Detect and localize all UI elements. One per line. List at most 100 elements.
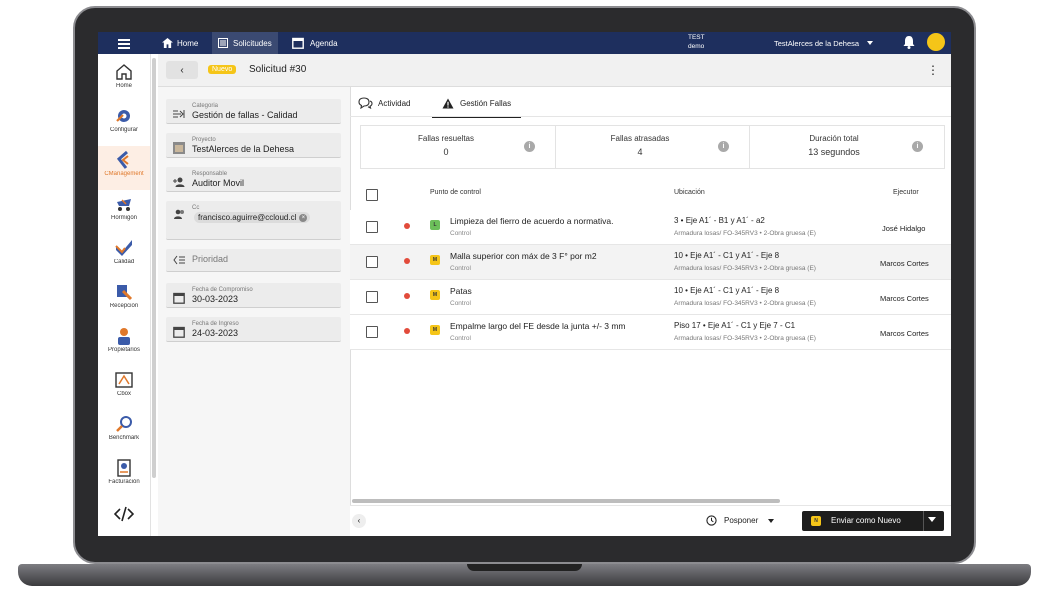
sidebar-item-facturacion[interactable]: Facturación [98,454,150,498]
row-ubicacion-detail: Armadura losas/ FO-345RV3 • 2-Obra grues… [674,265,816,272]
fecha-compromiso-field[interactable]: Fecha de Compromiso 30-03-2023 [166,283,341,308]
project-selector-label: TestAlerces de la Dehesa [774,38,860,48]
sidebar-item-configurar[interactable]: Configurar [98,102,150,146]
avatar[interactable] [927,33,945,51]
info-icon[interactable]: i [718,141,729,152]
calendar-icon [292,37,304,49]
tab-actividad[interactable]: Actividad [358,90,410,116]
stat-value: 4 [637,147,643,157]
reception-icon [117,285,133,301]
cmanagement-icon [116,150,129,169]
sidebar-item-calidad[interactable]: Calidad [98,234,150,278]
categoria-field[interactable]: Categoria Gestión de fallas - Calidad [166,99,341,124]
list-icon [218,38,228,48]
sidebar-item-label: Cbox [116,391,131,397]
severity-badge: M [430,325,440,335]
fecha-ingreso-field[interactable]: Fecha de Ingreso 24-03-2023 [166,317,341,342]
table-row[interactable]: M Empalme largo del FE desde la junta +/… [350,315,951,350]
project-selector[interactable]: TestAlerces de la Dehesa [774,32,874,54]
clock-icon [706,515,717,526]
chevron-left-icon: ‹ [180,64,184,76]
sidebar-item-developer[interactable] [98,500,150,530]
row-punto-name: Limpieza del fierro de acuerdo a normati… [450,216,614,226]
info-icon[interactable]: i [524,141,535,152]
row-checkbox[interactable] [366,256,378,268]
top-bar: Home Solicitudes Agenda TEST demo TestAl… [98,32,951,54]
sidebar-item-propietarios[interactable]: Propietarios [98,322,150,366]
sidebar-item-label: Propietarios [107,347,140,353]
cc-email-chip[interactable]: francisco.aguirre@ccloud.cl × [194,212,311,223]
table-horizontal-scrollbar[interactable] [352,499,780,503]
chevron-down-icon[interactable] [928,517,936,522]
enviar-como-nuevo-button[interactable]: N Enviar como Nuevo [802,511,944,531]
close-icon[interactable]: × [299,214,308,222]
sidebar-item-benchmark[interactable]: Benchmark [98,410,150,454]
menu-icon[interactable] [118,37,130,49]
column-ejecutor: Ejecutor [893,189,919,196]
stat-label: Duración total [809,134,859,143]
proyecto-value: TestAlerces de la Dehesa [192,144,295,154]
sidebar-item-label: Home [115,83,132,89]
nav-home[interactable]: Home [162,32,198,54]
tab-gestion-fallas[interactable]: Gestión Fallas [432,90,522,118]
column-punto-de-control: Punto de control [430,189,481,196]
sidebar-item-home[interactable]: Home [98,58,150,102]
chevron-left-icon[interactable]: ‹ [352,514,366,528]
more-options-icon[interactable]: ⋮ [927,63,939,77]
back-button[interactable]: ‹ [166,61,198,79]
fecha-compromiso-label: Fecha de Compromiso [192,287,253,293]
status-dot [404,223,410,229]
nav-solicitudes[interactable]: Solicitudes [212,32,278,54]
sidebar-item-label: Benchmark [108,435,140,441]
info-icon[interactable]: i [912,141,923,152]
posponer-button[interactable]: Posponer [706,515,775,526]
sidebar-item-cbox[interactable]: Cbox [98,366,150,410]
table-row[interactable]: M Patas Control 10 • Eje A1´ - C1 y A1´ … [350,280,951,315]
responsable-value: Auditor Movil [192,178,245,188]
proyecto-label: Proyecto [192,137,216,143]
sidebar-item-hormigon[interactable]: Hormigón [98,190,150,234]
home-icon [162,38,173,48]
code-icon [114,506,134,522]
calendar-icon [173,292,185,304]
request-details-panel: Categoria Gestión de fallas - Calidad Pr… [158,87,351,536]
cc-field[interactable]: Cc francisco.aguirre@ccloud.cl × [166,201,341,240]
table-row[interactable]: M Malla superior con máx de 3 F° por m2 … [350,245,951,280]
send-button-label: Enviar como Nuevo [831,516,901,525]
nav-agenda[interactable]: Agenda [292,32,338,54]
gear-icon [116,110,130,122]
status-badge: N [811,516,821,526]
calendar-icon [173,326,185,338]
table-header: Punto de control Ubicación Ejecutor [350,184,951,206]
row-checkbox[interactable] [366,291,378,303]
laptop-notch [467,564,582,571]
bell-icon[interactable] [903,36,915,49]
prioridad-field[interactable]: Prioridad [166,249,341,272]
app-screen: Home Solicitudes Agenda TEST demo TestAl… [98,32,951,536]
row-ubicacion: 3 • Eje A1´ - B1 y A1´ - a2 [674,216,765,225]
stat-fallas-resueltas: Fallas resueltas 0 i [361,126,556,168]
proyecto-field[interactable]: Proyecto TestAlerces de la Dehesa [166,133,341,158]
stat-label: Fallas atrasadas [610,134,670,143]
responsable-field[interactable]: Responsable Auditor Movil [166,167,341,192]
row-ubicacion: 10 • Eje A1´ - C1 y A1´ - Eje 8 [674,251,780,260]
sidebar-item-label: Hormigón [110,215,137,221]
status-badge: Nuevo [208,65,237,74]
tab-actividad-label: Actividad [378,98,411,108]
sidebar-item-label: Configurar [109,127,138,133]
row-checkbox[interactable] [366,221,378,233]
sidebar-scrollbar[interactable] [152,58,156,478]
page-title: Solicitud #30 [249,64,307,75]
table-row[interactable]: L Limpieza del fierro de acuerdo a norma… [350,210,951,245]
nav-solicitudes-label: Solicitudes [233,38,272,48]
sidebar-item-recepcion[interactable]: Recepción [98,278,150,322]
row-ubicacion: Piso 17 • Eje A1´ - C1 y Eje 7 - C1 [674,321,796,330]
warning-icon [442,98,454,108]
owners-icon [118,328,130,345]
row-checkbox[interactable] [366,326,378,338]
cc-email-value: francisco.aguirre@ccloud.cl [198,213,297,222]
posponer-label: Posponer [724,516,759,525]
sidebar-item-cmanagement[interactable]: CManagement [98,146,150,190]
stat-label: Fallas resueltas [417,134,475,143]
select-all-checkbox[interactable] [366,189,378,201]
